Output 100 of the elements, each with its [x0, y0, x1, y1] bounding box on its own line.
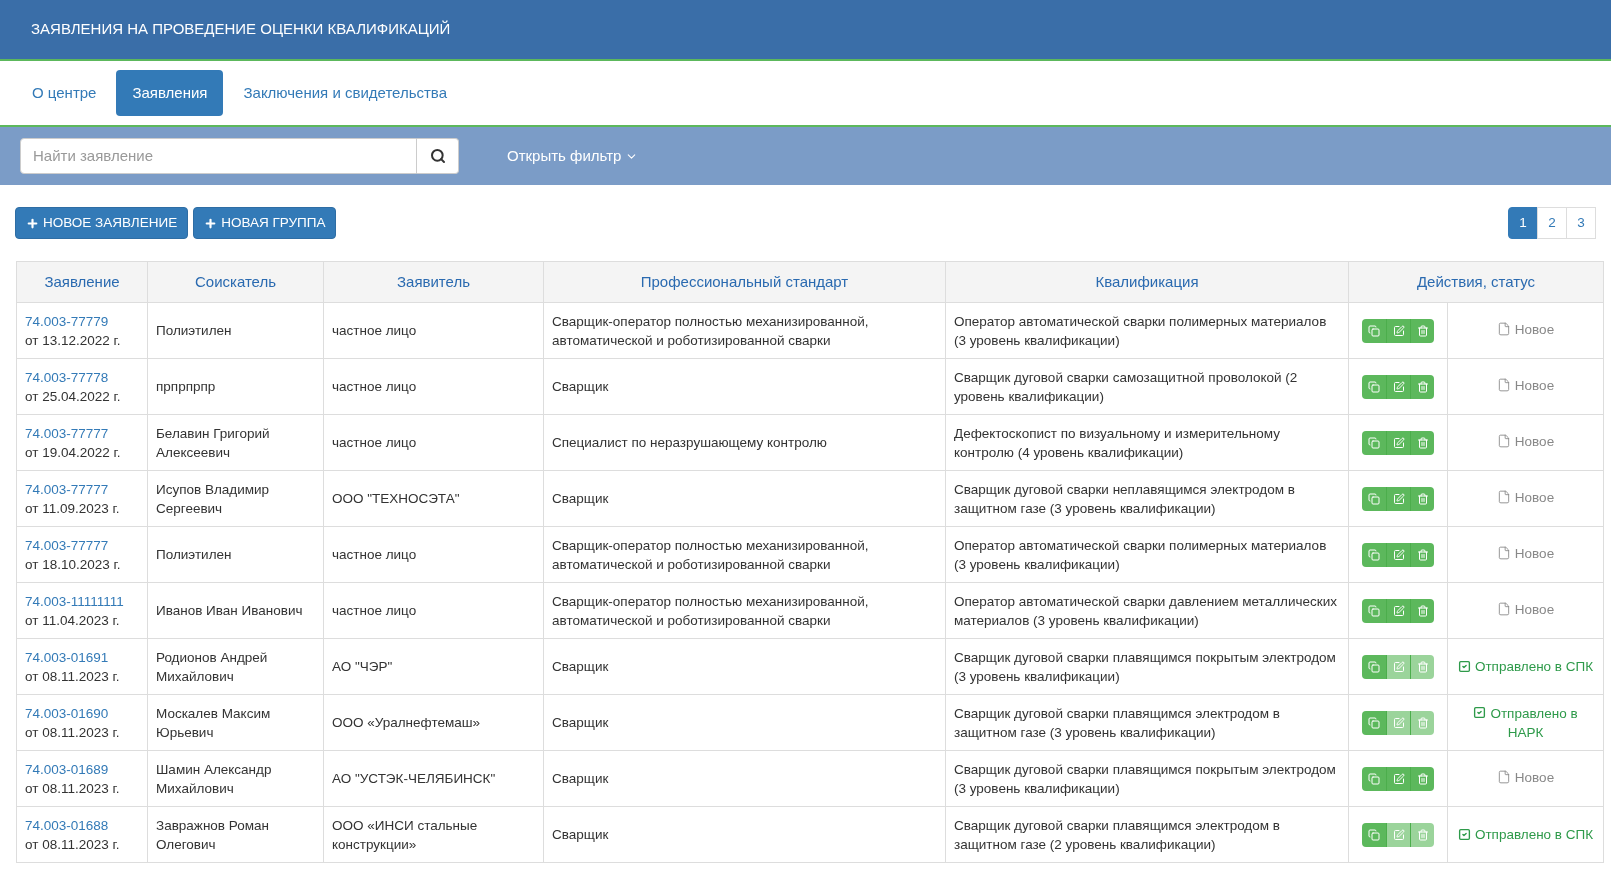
delete-button[interactable]: [1411, 766, 1434, 791]
filter-toggle[interactable]: Открыть фильтр: [507, 144, 639, 168]
plus-icon: [204, 216, 218, 230]
page-button[interactable]: 3: [1566, 207, 1596, 239]
application-date: от 25.04.2022 г.: [25, 387, 122, 406]
edit-icon: [1392, 436, 1405, 449]
copy-icon: [1368, 380, 1380, 393]
table-cell: ООО «ИНСИ стальные конструкции»: [323, 806, 544, 863]
application-date: от 08.11.2023 г.: [25, 667, 121, 686]
edit-button[interactable]: [1387, 318, 1411, 343]
document-icon: [1496, 490, 1511, 505]
page-title: ЗАЯВЛЕНИЯ НА ПРОВЕДЕНИЕ ОЦЕНКИ КВАЛИФИКАЦИЙ: [31, 19, 451, 40]
copy-button[interactable]: [1362, 486, 1387, 511]
table-cell: Специалист по неразрушающему контролю: [543, 414, 946, 471]
delete-button[interactable]: [1411, 486, 1434, 511]
table-cell: прпрпрпр: [147, 358, 324, 415]
edit-button[interactable]: [1387, 654, 1411, 679]
nav-tab[interactable]: Заключения и свидетельства: [227, 69, 464, 117]
column-header: Соискатель: [147, 261, 324, 303]
application-date: от 08.11.2023 г.: [25, 779, 121, 798]
status-label: Отправлено в СПК: [1449, 825, 1602, 844]
copy-button[interactable]: [1362, 430, 1387, 455]
document-icon: [1496, 322, 1511, 337]
copy-icon: [1368, 716, 1380, 729]
status-label: Новое: [1496, 543, 1555, 563]
document-icon: [1496, 546, 1511, 561]
edit-button[interactable]: [1387, 766, 1411, 791]
copy-button[interactable]: [1362, 822, 1387, 847]
edit-button[interactable]: [1387, 430, 1411, 455]
application-link[interactable]: 74.003-77777: [25, 423, 139, 443]
copy-button[interactable]: [1362, 710, 1387, 735]
page-button[interactable]: 1: [1508, 207, 1538, 239]
plus-icon: [26, 216, 39, 230]
application-link[interactable]: 74.003-01690: [25, 703, 139, 723]
add-button[interactable]: НОВОЕ ЗАЯВЛЕНИЕ: [15, 207, 189, 239]
table-cell: Сварщик: [543, 750, 946, 807]
delete-button[interactable]: [1411, 430, 1434, 455]
trash-icon: [1416, 548, 1429, 561]
edit-button[interactable]: [1387, 542, 1411, 567]
copy-button[interactable]: [1362, 766, 1387, 791]
table-cell: частное лицо: [323, 358, 544, 415]
delete-button[interactable]: [1411, 598, 1434, 623]
edit-button[interactable]: [1387, 486, 1411, 511]
nav-tab[interactable]: О центре: [16, 69, 113, 117]
application-link[interactable]: 74.003-01691: [25, 647, 139, 667]
search-icon: [429, 148, 446, 164]
copy-button[interactable]: [1362, 654, 1387, 679]
application-link[interactable]: 74.003-77777: [25, 479, 139, 499]
application-link[interactable]: 74.003-11111111: [25, 591, 139, 611]
delete-button[interactable]: [1411, 542, 1434, 567]
table-cell: Белавин Григорий Алексеевич: [147, 414, 324, 471]
table-cell: Сварщик: [543, 694, 946, 751]
table-cell: Сварщик дуговой сварки плавящимся электродом в защитном газе (3 уровень квалификации): [945, 694, 1349, 751]
application-link[interactable]: 74.003-01688: [25, 815, 139, 835]
delete-button[interactable]: [1411, 822, 1434, 847]
document-icon: [1496, 770, 1511, 785]
edit-button[interactable]: [1387, 374, 1411, 399]
application-date: от 18.10.2023 г.: [25, 555, 122, 574]
add-button[interactable]: НОВАЯ ГРУППА: [193, 207, 337, 239]
copy-button[interactable]: [1362, 318, 1387, 343]
application-link[interactable]: 74.003-77777: [25, 535, 139, 555]
edit-button[interactable]: [1387, 710, 1411, 735]
table-cell: Полиэтилен: [147, 302, 324, 359]
edit-icon: [1392, 548, 1405, 561]
table-cell: Оператор автоматической сварки давлением металлических материалов (3 уровень квалификации): [945, 582, 1349, 639]
application-link[interactable]: 74.003-77779: [25, 311, 139, 331]
table-cell: Сварщик: [543, 358, 946, 415]
delete-button[interactable]: [1411, 318, 1434, 343]
table-cell: частное лицо: [323, 414, 544, 471]
checkbox-icon: [1473, 706, 1487, 720]
table-cell: Москалев Максим Юрьевич: [147, 694, 324, 751]
status-label: Новое: [1496, 487, 1555, 507]
copy-icon: [1368, 324, 1380, 337]
status-label: Новое: [1496, 431, 1555, 451]
delete-button[interactable]: [1411, 654, 1434, 679]
status-label: Новое: [1496, 319, 1555, 339]
application-date: от 19.04.2022 г.: [25, 443, 122, 462]
edit-icon: [1392, 324, 1405, 337]
search-button[interactable]: [417, 138, 459, 174]
table-cell: Сварщик: [543, 470, 946, 527]
page-button[interactable]: 2: [1537, 207, 1567, 239]
edit-button[interactable]: [1387, 822, 1411, 847]
search-field[interactable]: Найти заявление: [20, 138, 417, 174]
copy-icon: [1368, 772, 1380, 785]
table-cell: Сварщик дуговой сварки плавящимся покрытым электродом (3 уровень квалификации): [945, 638, 1349, 695]
document-icon: [1496, 602, 1511, 617]
copy-button[interactable]: [1362, 598, 1387, 623]
copy-button[interactable]: [1362, 374, 1387, 399]
nav-tab[interactable]: Заявления: [116, 69, 224, 117]
delete-button[interactable]: [1411, 710, 1434, 735]
copy-icon: [1368, 604, 1380, 617]
copy-button[interactable]: [1362, 542, 1387, 567]
application-link[interactable]: 74.003-01689: [25, 759, 139, 779]
table-cell: Сварщик дуговой сварки плавящимся электродом в защитном газе (2 уровень квалификации): [945, 806, 1349, 863]
table-cell: Иванов Иван Иванович: [147, 582, 324, 639]
status-label: Новое: [1496, 599, 1555, 619]
application-link[interactable]: 74.003-77778: [25, 367, 139, 387]
column-header: Действия, статус: [1348, 261, 1604, 303]
edit-button[interactable]: [1387, 598, 1411, 623]
delete-button[interactable]: [1411, 374, 1434, 399]
